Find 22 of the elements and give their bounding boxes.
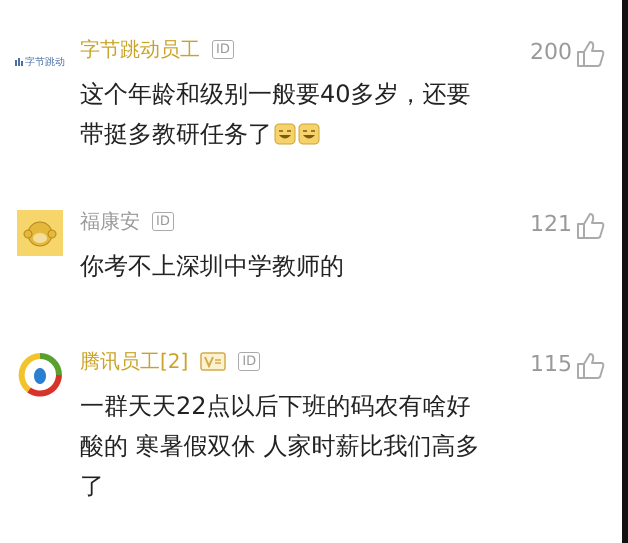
comment-text: 一群天天22点以后下班的码农有啥好酸的 寒暑假双休 人家时薪比我们高多了 xyxy=(80,391,480,502)
id-badge: ID xyxy=(238,352,260,370)
id-badge: ID xyxy=(152,212,174,230)
bars-icon xyxy=(15,58,23,66)
logo-text: 字节跳动 xyxy=(25,56,65,69)
grin-emoji-icon xyxy=(298,123,320,145)
comment-text: 这个年龄和级别一般要40多岁，还要带挺多教研任务了 xyxy=(80,79,472,150)
like-count: 121 xyxy=(530,212,572,237)
user-name[interactable]: 腾讯员工[2] xyxy=(80,348,188,374)
comment-text: 你考不上深圳中学教师的 xyxy=(80,251,345,282)
like-count: 200 xyxy=(530,40,572,65)
user-name[interactable]: 福康安 xyxy=(80,208,140,234)
thumbs-up-icon[interactable] xyxy=(576,352,606,380)
thumbs-up-icon[interactable] xyxy=(576,212,606,240)
monkey-avatar xyxy=(17,210,63,256)
ring-avatar xyxy=(17,352,63,398)
grin-emoji-icon xyxy=(274,123,296,145)
like-count: 115 xyxy=(530,352,572,377)
thumbs-up-icon[interactable] xyxy=(576,40,606,68)
verified-icon xyxy=(200,352,226,370)
id-badge: ID xyxy=(212,40,234,58)
user-name[interactable]: 字节跳动员工 xyxy=(80,36,200,62)
